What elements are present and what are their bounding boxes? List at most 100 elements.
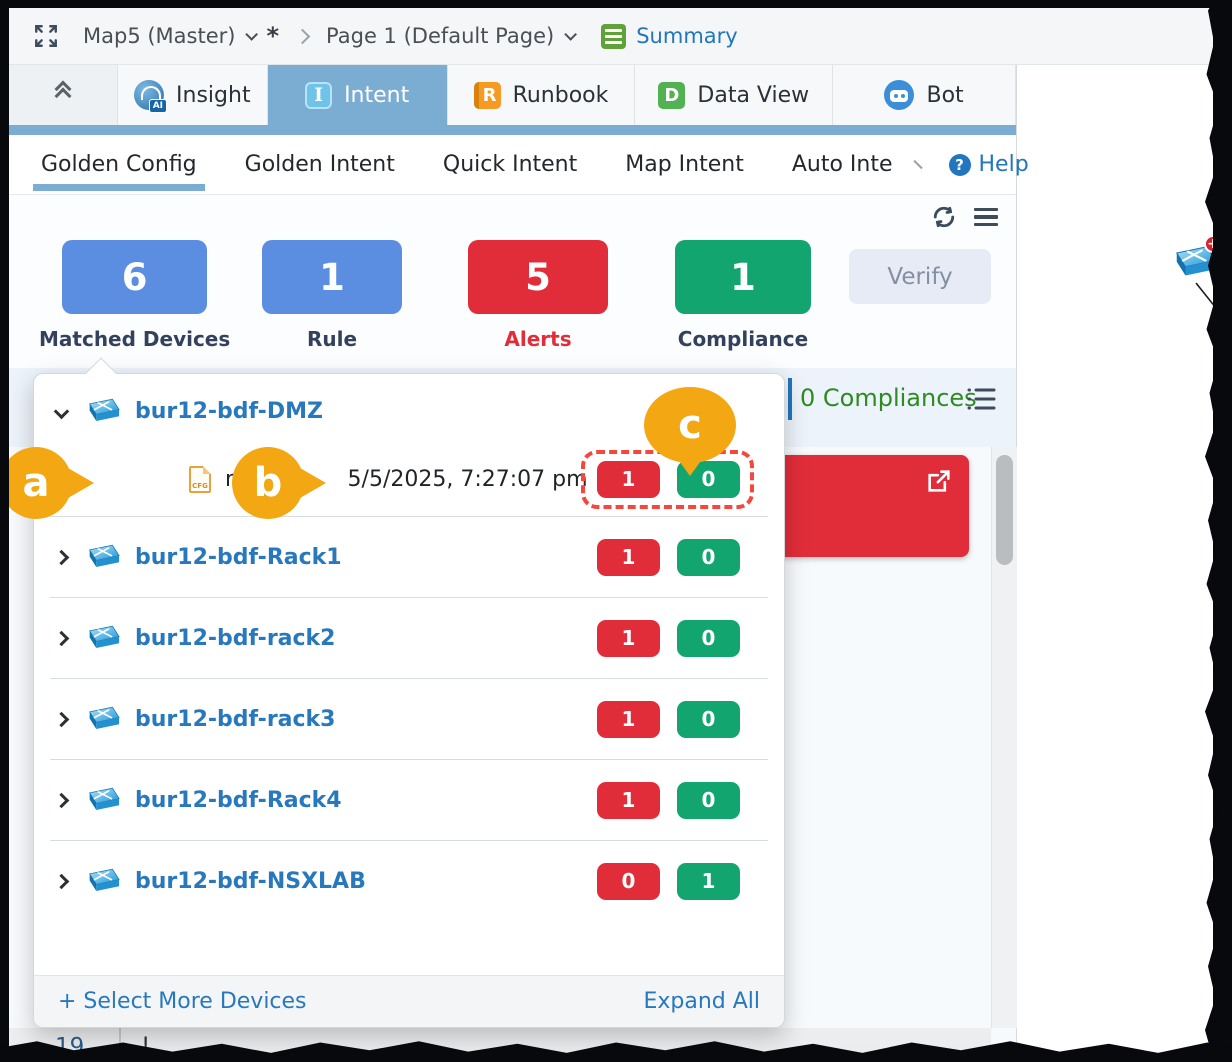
compliance-badge[interactable]: 1 bbox=[677, 862, 740, 900]
alerts-badge[interactable]: 0 bbox=[597, 862, 660, 900]
compliance-badge[interactable]: 0 bbox=[677, 700, 740, 738]
cfg-file-icon: CFG bbox=[189, 465, 211, 493]
device-name[interactable]: bur12-bdf-rack3 bbox=[135, 707, 336, 732]
stat-value[interactable]: 1 bbox=[262, 240, 402, 314]
stat-label: Rule bbox=[306, 327, 358, 351]
list-view-icon[interactable] bbox=[967, 386, 997, 412]
insight-icon: AI bbox=[134, 80, 168, 113]
tab-label: Data View bbox=[697, 82, 810, 108]
tab-label: Bot bbox=[926, 82, 964, 108]
compliance-badge[interactable]: 0 bbox=[677, 538, 740, 576]
select-more-devices-link[interactable]: + Select More Devices bbox=[58, 989, 307, 1014]
alerts-badge[interactable]: 1 bbox=[597, 700, 660, 738]
tab-runbook[interactable]: R Runbook bbox=[446, 65, 635, 125]
switch-icon bbox=[88, 786, 120, 811]
refresh-icon[interactable] bbox=[930, 203, 958, 231]
stat-value[interactable]: 1 bbox=[675, 240, 811, 314]
chevron-right-icon[interactable] bbox=[53, 630, 70, 646]
external-link-icon[interactable] bbox=[925, 467, 953, 495]
tab-label: Insight bbox=[176, 82, 251, 108]
stat-compliance[interactable]: 1 Compliance bbox=[675, 240, 811, 351]
device-list: bur12-bdf-DMZ CFG ntp 5/5/2025, 7:27:07 … bbox=[34, 374, 784, 975]
summary-icon[interactable] bbox=[601, 23, 627, 49]
popup-footer: + Select More Devices Expand All bbox=[34, 975, 784, 1027]
device-group-row[interactable]: bur12-bdf-NSXLAB 01 bbox=[34, 841, 784, 921]
chevron-right-icon[interactable] bbox=[53, 549, 70, 565]
compliances-count: 0 Compliances bbox=[800, 384, 977, 412]
breadcrumb-separator-icon bbox=[294, 28, 311, 44]
device-name[interactable]: bur12-bdf-Rack1 bbox=[135, 545, 342, 570]
device-name[interactable]: bur12-bdf-Rack4 bbox=[135, 788, 342, 813]
bot-icon bbox=[884, 80, 915, 110]
fullscreen-icon[interactable] bbox=[33, 23, 59, 49]
verify-button[interactable]: Verify bbox=[849, 249, 991, 304]
frame-edge-left bbox=[0, 0, 9, 1062]
intent-timestamp: 5/5/2025, 7:27:07 pm bbox=[347, 466, 588, 492]
switch-icon bbox=[88, 543, 120, 568]
alerts-badge[interactable]: 1 bbox=[597, 781, 660, 819]
chevron-down-icon[interactable] bbox=[53, 403, 70, 419]
summary-link[interactable]: Summary bbox=[636, 24, 737, 48]
switch-icon bbox=[88, 624, 120, 649]
frame-edge-top bbox=[0, 0, 1232, 8]
title-bar: Map5 (Master) * Page 1 (Default Page) Su… bbox=[9, 8, 1213, 65]
chevron-right-icon[interactable] bbox=[53, 711, 70, 727]
alerts-badge[interactable]: 1 bbox=[597, 538, 660, 576]
switch-icon bbox=[88, 867, 120, 892]
matched-devices-popup: bur12-bdf-DMZ CFG ntp 5/5/2025, 7:27:07 … bbox=[33, 357, 785, 1028]
stat-rule[interactable]: 1 Rule bbox=[262, 240, 402, 351]
intent-badges: 1 0 bbox=[581, 449, 754, 509]
scrollbar-thumb[interactable] bbox=[996, 455, 1013, 565]
chevron-right-icon[interactable] bbox=[53, 873, 70, 889]
device-group-row[interactable]: bur12-bdf-rack2 10 bbox=[34, 598, 784, 678]
tab-intent[interactable]: I Intent bbox=[266, 65, 447, 125]
stat-label: Compliance bbox=[677, 327, 809, 351]
device-name[interactable]: bur12-bdf-DMZ bbox=[135, 399, 323, 424]
tab-label: Runbook bbox=[512, 82, 609, 108]
intent-icon: I bbox=[305, 81, 333, 109]
tab-bar: AI Insight I Intent R Runbook D Data Vie… bbox=[9, 65, 1016, 125]
page-dropdown-icon[interactable] bbox=[564, 27, 578, 41]
stat-value[interactable]: 6 bbox=[62, 240, 208, 314]
unsaved-indicator: * bbox=[266, 22, 280, 50]
scrollbar[interactable] bbox=[991, 447, 1017, 1028]
active-tab-strip bbox=[9, 125, 1016, 135]
screenshot-frame: Map5 (Master) * Page 1 (Default Page) Su… bbox=[0, 0, 1232, 1062]
tab-label: Intent bbox=[344, 82, 410, 108]
app-window: Map5 (Master) * Page 1 (Default Page) Su… bbox=[9, 8, 1213, 1054]
compliance-badge[interactable]: 0 bbox=[677, 781, 740, 819]
switch-icon bbox=[88, 705, 120, 730]
expand-all-link[interactable]: Expand All bbox=[643, 989, 760, 1014]
stat-label: Alerts bbox=[504, 327, 572, 351]
subtab-golden-config[interactable]: Golden Config bbox=[33, 138, 205, 191]
device-group-row[interactable]: bur12-bdf-Rack4 10 bbox=[34, 760, 784, 840]
tab-bot[interactable]: Bot bbox=[832, 65, 1016, 125]
device-name[interactable]: bur12-bdf-NSXLAB bbox=[135, 869, 366, 894]
menu-icon[interactable] bbox=[974, 207, 998, 227]
map-dropdown-icon[interactable] bbox=[245, 27, 259, 41]
page-name[interactable]: Page 1 (Default Page) bbox=[326, 24, 554, 48]
map-canvas[interactable]: + bbox=[1018, 65, 1213, 1054]
stat-matched-devices[interactable]: 6 Matched Devices bbox=[39, 240, 230, 351]
help-button[interactable]: ? Help bbox=[948, 152, 1029, 177]
subtab-overflow-icon[interactable] bbox=[912, 159, 923, 170]
subtab-map-intent[interactable]: Map Intent bbox=[623, 138, 746, 191]
device-group-row[interactable]: bur12-bdf-Rack1 10 bbox=[34, 517, 784, 597]
subtab-auto-intent[interactable]: Auto Inte bbox=[790, 138, 895, 191]
chevron-right-icon[interactable] bbox=[53, 792, 70, 808]
map-name[interactable]: Map5 (Master) bbox=[83, 24, 235, 48]
tab-data-view[interactable]: D Data View bbox=[634, 65, 833, 125]
runbook-icon: R bbox=[473, 81, 501, 109]
subtab-golden-intent[interactable]: Golden Intent bbox=[243, 138, 397, 191]
compliance-badge[interactable]: 0 bbox=[677, 619, 740, 657]
tab-insight[interactable]: AI Insight bbox=[116, 65, 267, 125]
alerts-badge[interactable]: 1 bbox=[597, 619, 660, 657]
device-name[interactable]: bur12-bdf-rack2 bbox=[135, 626, 336, 651]
stat-alerts[interactable]: 5 Alerts bbox=[468, 240, 608, 351]
collapse-panel-button[interactable] bbox=[9, 65, 117, 125]
help-icon: ? bbox=[948, 153, 971, 176]
stat-value[interactable]: 5 bbox=[468, 240, 608, 314]
subtab-quick-intent[interactable]: Quick Intent bbox=[441, 138, 579, 191]
hidden-tab-edge bbox=[788, 378, 792, 420]
device-group-row[interactable]: bur12-bdf-rack3 10 bbox=[34, 679, 784, 759]
